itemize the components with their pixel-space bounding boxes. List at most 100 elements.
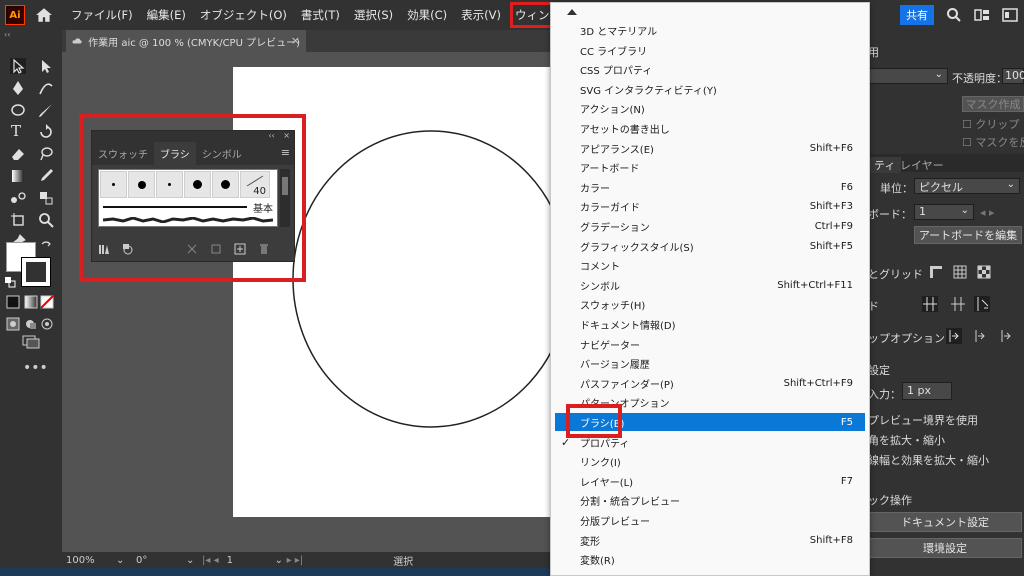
menu-item[interactable]: アクション(N) bbox=[555, 99, 865, 117]
tab-properties[interactable]: ティ bbox=[868, 157, 902, 173]
menu-object[interactable]: オブジェクト(O) bbox=[200, 7, 287, 23]
menu-item[interactable]: アピアランス(E) Shift+F6 bbox=[555, 139, 865, 157]
menu-item[interactable]: カラー F6 bbox=[555, 178, 865, 196]
share-button[interactable]: 共有 bbox=[900, 5, 934, 25]
menu-type[interactable]: 書式(T) bbox=[301, 7, 340, 23]
snap-to-point-icon[interactable] bbox=[946, 328, 962, 344]
lock-guides-icon[interactable] bbox=[974, 296, 990, 312]
invert-mask-checkbox-label[interactable]: ☐ マスクを反 bbox=[962, 134, 1024, 150]
toolbar-collapse-icon[interactable]: ‹‹ bbox=[4, 30, 10, 39]
menu-item[interactable]: ナビゲーター bbox=[555, 335, 865, 353]
menu-item[interactable]: カラーガイド Shift+F3 bbox=[555, 197, 865, 215]
zoom-tool-icon[interactable] bbox=[38, 212, 54, 228]
menu-item[interactable]: ドキュメント情報(D) bbox=[555, 315, 865, 333]
selection-tool-icon[interactable] bbox=[10, 58, 26, 74]
unit-select[interactable]: ピクセル ⌄ bbox=[914, 178, 1020, 194]
artboard-nav-last-icon[interactable]: ▸ ▸| bbox=[287, 555, 304, 566]
menu-item[interactable]: 変形 Shift+F8 bbox=[555, 531, 865, 549]
menu-item[interactable]: レイヤー(L) F7 bbox=[555, 472, 865, 490]
draw-behind-icon[interactable] bbox=[24, 317, 38, 331]
color-mode-icon[interactable] bbox=[6, 295, 20, 309]
make-mask-button[interactable]: マスク作成 bbox=[962, 96, 1024, 112]
use-preview-bounds-label[interactable]: プレビュー境界を使用 bbox=[868, 412, 978, 428]
gradient-mode-icon[interactable] bbox=[24, 295, 38, 309]
menu-item[interactable]: コメント bbox=[555, 256, 865, 274]
preferences-button[interactable]: 環境設定 bbox=[868, 538, 1022, 558]
artboard-select[interactable]: 1 ⌄ bbox=[914, 204, 974, 220]
zoom-value[interactable]: 100% bbox=[66, 555, 116, 566]
document-tab[interactable]: 作業用 aic @ 100 % (CMYK/CPU プレビュー) × bbox=[66, 30, 306, 52]
rulers-icon[interactable] bbox=[928, 264, 944, 280]
artboard-nav-icon[interactable]: ◂ ▸ bbox=[980, 206, 995, 219]
gradient-tool-icon[interactable] bbox=[10, 168, 26, 184]
scale-strokes-label[interactable]: 線幅と効果を拡大・縮小 bbox=[868, 452, 989, 468]
home-icon[interactable] bbox=[35, 6, 53, 24]
scale-corners-label[interactable]: 角を拡大・縮小 bbox=[868, 432, 945, 448]
snap-to-glyph-icon[interactable] bbox=[998, 328, 1014, 344]
live-paint-tool-icon[interactable] bbox=[38, 190, 54, 206]
pen-tool-icon[interactable] bbox=[10, 80, 26, 96]
workspace-icon[interactable] bbox=[974, 7, 990, 23]
draw-normal-icon[interactable] bbox=[6, 317, 20, 331]
artboard-tool-icon[interactable] bbox=[10, 212, 26, 228]
menu-item[interactable]: パスファインダー(P) Shift+Ctrl+F9 bbox=[555, 374, 865, 392]
menu-item[interactable]: スウォッチ(H) bbox=[555, 295, 865, 313]
keyboard-increment-input[interactable]: 1 px bbox=[902, 382, 952, 400]
type-tool-icon[interactable]: T bbox=[11, 122, 27, 140]
eyedropper-tool-icon[interactable] bbox=[38, 168, 54, 184]
menu-effect[interactable]: 効果(C) bbox=[407, 7, 447, 23]
menu-view[interactable]: 表示(V) bbox=[461, 7, 501, 23]
smart-guides-icon[interactable] bbox=[950, 296, 966, 312]
arrange-icon[interactable] bbox=[1002, 7, 1018, 23]
menu-item[interactable]: 3D とマテリアル bbox=[555, 21, 865, 39]
menu-item[interactable]: グラデーション Ctrl+F9 bbox=[555, 217, 865, 235]
direct-selection-tool-icon[interactable] bbox=[38, 58, 54, 74]
lasso-tool-icon[interactable] bbox=[38, 146, 54, 162]
grid-icon[interactable] bbox=[952, 264, 968, 280]
none-mode-icon[interactable] bbox=[40, 295, 54, 309]
menu-item[interactable]: アセットの書き出し bbox=[555, 119, 865, 137]
default-colors-icon[interactable] bbox=[4, 276, 16, 288]
menu-item[interactable]: 分版プレビュー bbox=[555, 511, 865, 529]
rotation-dropdown-icon[interactable]: ⌄ bbox=[186, 555, 202, 566]
rotate-tool-icon[interactable] bbox=[38, 124, 54, 140]
show-guides-icon[interactable] bbox=[922, 296, 938, 312]
menu-item[interactable]: CSS プロパティ bbox=[555, 60, 865, 78]
artboard-nav-first-icon[interactable]: |◂ ◂ bbox=[202, 555, 219, 566]
ellipse-tool-icon[interactable] bbox=[10, 102, 26, 118]
stroke-swatch[interactable] bbox=[21, 257, 51, 287]
swap-fill-stroke-icon[interactable] bbox=[40, 240, 52, 252]
transparency-grid-icon[interactable] bbox=[976, 264, 992, 280]
curvature-tool-icon[interactable] bbox=[38, 80, 54, 96]
menu-edit[interactable]: 編集(E) bbox=[147, 7, 186, 23]
edit-artboard-button[interactable]: アートボードを編集 bbox=[914, 226, 1022, 244]
menu-file[interactable]: ファイル(F) bbox=[71, 7, 133, 23]
artboard-dropdown-icon[interactable]: ⌄ bbox=[275, 555, 287, 566]
document-setup-button[interactable]: ドキュメント設定 bbox=[868, 512, 1022, 532]
menu-item[interactable]: リンク(I) bbox=[555, 452, 865, 470]
menu-item[interactable]: SVG インタラクティビティ(Y) bbox=[555, 80, 865, 98]
eraser-tool-icon[interactable] bbox=[10, 146, 26, 162]
menu-item[interactable]: CC ライブラリ bbox=[555, 41, 865, 59]
paintbrush-tool-icon[interactable] bbox=[38, 102, 54, 118]
menu-item[interactable]: 分割・統合プレビュー bbox=[555, 491, 865, 509]
circle-shape[interactable] bbox=[291, 129, 552, 429]
screen-mode-icon[interactable] bbox=[22, 335, 40, 349]
snap-to-pixel-icon[interactable] bbox=[972, 328, 988, 344]
menu-item[interactable]: 変数(R) bbox=[555, 550, 865, 568]
menu-item[interactable]: アートボード bbox=[555, 158, 865, 176]
rotation-value[interactable]: 0° bbox=[136, 555, 186, 566]
more-tools-icon[interactable]: ••• bbox=[23, 360, 48, 376]
opacity-input[interactable]: 100 bbox=[1002, 68, 1024, 84]
artboard-number[interactable]: 1 bbox=[227, 555, 275, 566]
blend-tool-icon[interactable] bbox=[10, 190, 26, 206]
clip-checkbox-label[interactable]: ☐ クリップ bbox=[962, 116, 1019, 132]
menu-item[interactable]: バージョン履歴 bbox=[555, 354, 865, 372]
search-icon[interactable] bbox=[946, 7, 962, 23]
scroll-up-icon[interactable] bbox=[567, 9, 577, 15]
blend-mode-select[interactable]: ⌄ bbox=[868, 68, 948, 84]
zoom-dropdown-icon[interactable]: ⌄ bbox=[116, 555, 132, 566]
close-icon[interactable]: × bbox=[291, 34, 300, 47]
menu-item[interactable]: グラフィックスタイル(S) Shift+F5 bbox=[555, 237, 865, 255]
menu-select[interactable]: 選択(S) bbox=[354, 7, 393, 23]
